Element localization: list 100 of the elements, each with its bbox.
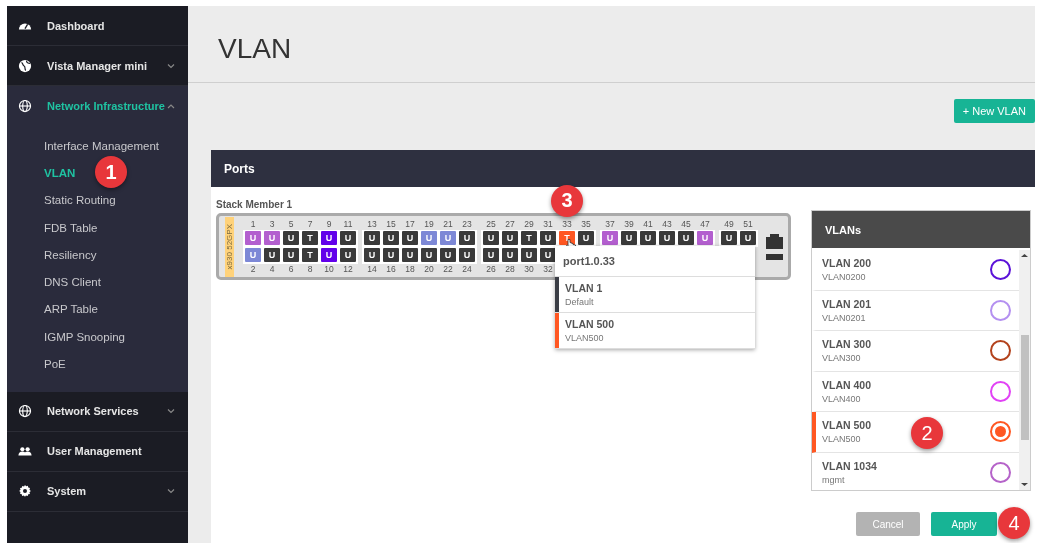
port-number: 28 bbox=[504, 263, 516, 275]
sidebar-subitem[interactable]: FDB Table bbox=[7, 213, 188, 242]
step-badge: 2 bbox=[911, 417, 943, 449]
port[interactable]: T bbox=[521, 230, 537, 245]
port[interactable]: U bbox=[364, 230, 380, 245]
port[interactable]: U bbox=[321, 230, 337, 245]
port[interactable]: U bbox=[721, 230, 737, 245]
port[interactable]: U bbox=[678, 230, 694, 245]
port[interactable]: U bbox=[540, 230, 556, 245]
port[interactable]: U bbox=[340, 230, 356, 245]
port-number: 26 bbox=[485, 263, 497, 275]
sidebar-subitem[interactable]: IGMP Snooping bbox=[7, 323, 188, 351]
port[interactable]: U bbox=[421, 247, 437, 262]
port-number: 14 bbox=[366, 263, 378, 275]
tooltip-vlan-name: VLAN 1 bbox=[565, 282, 603, 294]
port-number: 33 bbox=[561, 218, 573, 230]
port-number: 24 bbox=[461, 263, 473, 275]
scroll-down-icon[interactable] bbox=[1021, 482, 1028, 487]
port-number: 5 bbox=[287, 218, 295, 230]
sidebar-subitem[interactable]: DNS Client bbox=[7, 268, 188, 296]
sidebar-subitem[interactable]: ARP Table bbox=[7, 295, 188, 324]
scroll-up-icon[interactable] bbox=[1021, 253, 1028, 258]
port[interactable]: U bbox=[383, 230, 399, 245]
port-number: 31 bbox=[542, 218, 554, 230]
port[interactable]: U bbox=[502, 247, 518, 262]
radio-button[interactable] bbox=[990, 340, 1011, 362]
tooltip-vlan-description: Default bbox=[565, 297, 595, 307]
port[interactable]: U bbox=[321, 247, 337, 262]
radio-button[interactable] bbox=[990, 299, 1011, 321]
port[interactable]: U bbox=[621, 230, 637, 245]
port-number: 8 bbox=[306, 263, 314, 275]
port-number: 37 bbox=[604, 218, 616, 230]
port[interactable]: U bbox=[483, 247, 499, 262]
port[interactable]: U bbox=[402, 247, 418, 262]
port[interactable]: U bbox=[459, 230, 475, 245]
port[interactable]: U bbox=[602, 230, 618, 245]
port[interactable]: U bbox=[521, 247, 537, 262]
port-number: 27 bbox=[504, 218, 516, 230]
port[interactable]: U bbox=[659, 230, 675, 245]
port-number: 35 bbox=[580, 218, 592, 230]
port[interactable]: U bbox=[264, 230, 280, 245]
panel-title: VLANs bbox=[812, 211, 1030, 248]
port-number: 9 bbox=[325, 218, 333, 230]
port-number: 13 bbox=[366, 218, 378, 230]
port-number: 19 bbox=[423, 218, 435, 230]
sidebar-subitem[interactable]: PoE bbox=[7, 350, 188, 378]
radio-button[interactable] bbox=[990, 259, 1011, 281]
port-number: 1 bbox=[249, 218, 257, 230]
port-number: 25 bbox=[485, 218, 497, 230]
port[interactable]: T bbox=[302, 230, 318, 245]
sidebar-subitem[interactable]: VLAN 1 bbox=[7, 159, 188, 187]
sidebar-subitem[interactable]: Resiliency bbox=[7, 241, 188, 269]
page-title: VLAN bbox=[218, 33, 292, 65]
port-number: 12 bbox=[342, 263, 354, 275]
radio-button[interactable] bbox=[990, 380, 1011, 402]
port-number: 51 bbox=[742, 218, 754, 230]
port[interactable]: U bbox=[383, 247, 399, 262]
port[interactable]: T bbox=[302, 247, 318, 262]
port-number: 7 bbox=[306, 218, 314, 230]
port-number: 21 bbox=[442, 218, 454, 230]
step-badge: 1 bbox=[95, 156, 127, 189]
port[interactable]: U bbox=[540, 247, 556, 262]
port-number: 10 bbox=[323, 263, 335, 275]
port-number: 18 bbox=[404, 263, 416, 275]
network-icon bbox=[18, 99, 32, 113]
port[interactable]: U bbox=[640, 230, 656, 245]
port[interactable]: U bbox=[283, 230, 299, 245]
port[interactable]: U bbox=[283, 247, 299, 262]
port[interactable]: U bbox=[264, 247, 280, 262]
port-number: 47 bbox=[699, 218, 711, 230]
port-number: 16 bbox=[385, 263, 397, 275]
port[interactable]: U bbox=[340, 247, 356, 262]
port-number: 43 bbox=[661, 218, 673, 230]
port[interactable]: U bbox=[502, 230, 518, 245]
tooltip-title: port1.0.33 bbox=[555, 246, 755, 277]
sidebar-subitem[interactable]: Static Routing bbox=[7, 186, 188, 214]
port[interactable]: U bbox=[697, 230, 713, 245]
port[interactable]: U bbox=[459, 247, 475, 262]
port-number: 2 bbox=[249, 263, 257, 275]
port[interactable]: U bbox=[483, 230, 499, 245]
step-badge: 4 bbox=[998, 507, 1030, 539]
tooltip-vlan-name: VLAN 500 bbox=[565, 318, 615, 330]
port[interactable]: U bbox=[578, 230, 594, 245]
port[interactable]: U bbox=[740, 230, 756, 245]
port[interactable]: U bbox=[402, 230, 418, 245]
radio-button[interactable] bbox=[990, 461, 1011, 483]
port-number: 45 bbox=[680, 218, 692, 230]
sidebar-item[interactable]: Network Infrastructure bbox=[7, 86, 188, 126]
port-number: 49 bbox=[723, 218, 735, 230]
port[interactable]: U bbox=[364, 247, 380, 262]
radio-button[interactable] bbox=[990, 421, 1011, 443]
port-number: 29 bbox=[523, 218, 535, 230]
port[interactable]: U bbox=[440, 247, 456, 262]
port-number: 22 bbox=[442, 263, 454, 275]
stack-member-label: Stack Member 1 bbox=[216, 199, 293, 210]
port[interactable]: U bbox=[245, 230, 261, 245]
port-number: 41 bbox=[642, 218, 654, 230]
port-number: 17 bbox=[404, 218, 416, 230]
scrollbar[interactable] bbox=[1019, 250, 1030, 490]
network-icon bbox=[18, 404, 32, 419]
